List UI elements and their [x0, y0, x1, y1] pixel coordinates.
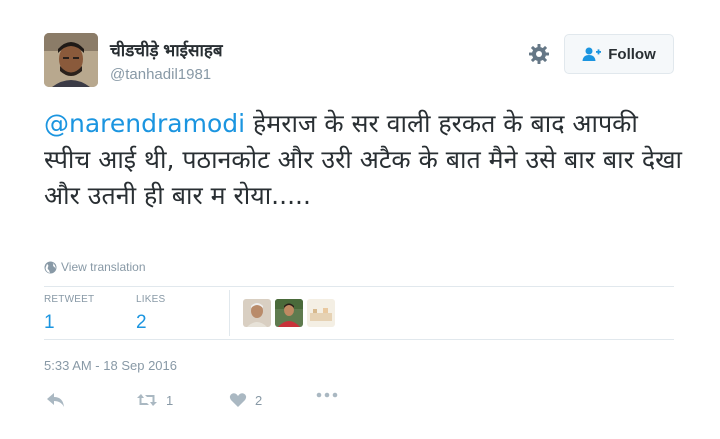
tweet-text: @narendramodi हेमराज के सर वाली हरकत के … — [44, 106, 684, 214]
divider — [44, 286, 674, 287]
stats-separator — [229, 290, 230, 336]
globe-icon — [44, 261, 57, 273]
follow-button[interactable]: Follow — [564, 34, 674, 74]
reply-button[interactable] — [46, 392, 66, 408]
likes-stat-label: LIKES — [136, 294, 166, 305]
display-name[interactable]: चीडचीड़े भाईसाहब — [110, 38, 223, 61]
retweet-stat[interactable]: RETWEET 1 — [44, 294, 94, 334]
retweet-icon — [137, 394, 157, 406]
add-user-icon — [582, 47, 602, 61]
retweet-button[interactable]: 1 — [136, 392, 173, 408]
likes-stat-value: 2 — [136, 312, 147, 333]
mention-link[interactable]: @narendramodi — [44, 109, 245, 138]
retweet-stat-value: 1 — [44, 312, 55, 333]
follow-button-label: Follow — [608, 45, 656, 63]
user-handle[interactable]: @tanhadil1981 — [110, 66, 211, 83]
avatar-image — [44, 33, 98, 87]
view-translation-link[interactable]: View translation — [44, 260, 146, 274]
view-translation-label: View translation — [61, 260, 146, 274]
tweet-timestamp[interactable]: 5:33 AM - 18 Sep 2016 — [44, 358, 177, 373]
tweet-card: चीडचीड़े भाईसाहब @tanhadil1981 Follow @n… — [0, 0, 720, 439]
like-button[interactable]: 2 — [229, 392, 262, 408]
more-button[interactable] — [316, 392, 338, 398]
liker-avatar[interactable] — [307, 299, 335, 327]
retweet-count: 1 — [166, 392, 174, 408]
liker-avatar[interactable] — [243, 299, 271, 327]
gear-icon[interactable] — [527, 42, 551, 66]
reply-icon — [47, 393, 64, 407]
divider — [44, 339, 674, 340]
heart-icon — [229, 393, 247, 407]
more-icon — [316, 392, 338, 398]
retweet-stat-label: RETWEET — [44, 294, 95, 305]
avatar[interactable] — [44, 33, 98, 87]
likes-stat[interactable]: LIKES 2 — [136, 294, 165, 334]
like-count: 2 — [255, 392, 263, 408]
liker-avatar[interactable] — [275, 299, 303, 327]
